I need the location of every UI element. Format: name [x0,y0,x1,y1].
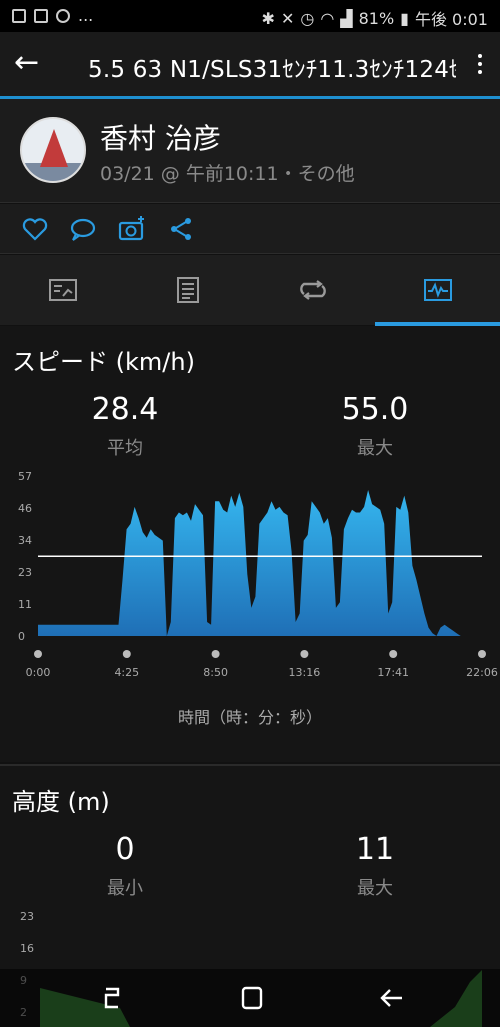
x-tick-dot [300,650,309,658]
x-tick-label: 17:41 [377,666,409,676]
sync-icon [56,8,70,23]
max-speed-label: 最大 [357,438,393,459]
speed-section: スピード (km/h) 28.4 平均 55.0 最大 57 46 34 23 11 0 0… [0,326,500,762]
tab-bar [0,255,500,325]
battery-icon: ▮ [400,8,409,28]
avg-speed-label: 平均 [107,438,143,459]
x-tick-label: 8:50 [203,666,228,676]
comment-icon[interactable] [68,214,98,244]
y-tick-label: 23 [18,566,32,579]
bluetooth-icon: ✱ [261,8,275,28]
details-icon [176,277,199,303]
speed-area [38,490,482,636]
clock: 午後 0:01 [414,10,488,29]
avg-speed-value: 28.4 [91,392,159,427]
mute-icon: ✕ [280,8,295,28]
image-icon [34,8,48,23]
x-tick-label: 22:06 [466,666,498,676]
x-tick-dot [478,650,486,658]
activity-meta: 03/21 @ 午前10:11・その他 [100,163,355,185]
y-tick-label: 0 [18,630,25,643]
summary-icon [48,279,77,301]
tab-details[interactable] [125,255,250,325]
activity-title: 5.5 63 N1/SLS31ｾﾝﾁ11.3ｾﾝﾁ124ｾﾝﾁ [88,57,456,80]
max-speed-value: 55.0 [341,392,409,427]
speed-title: スピード (km/h) [12,348,195,376]
chart-icon [423,279,452,301]
overflow-menu-icon[interactable] [476,54,484,78]
y-tick-label: 23 [20,912,34,923]
altitude-title: 高度 (m) [12,788,110,816]
min-altitude-value: 0 [115,832,135,867]
status-more: ... [78,6,94,25]
x-tick-dot [122,650,131,658]
back-nav-icon[interactable] [372,983,412,1013]
image-icon [12,8,26,23]
y-tick-label: 11 [18,598,32,611]
action-row [0,204,500,254]
battery-percent: 81% [358,8,395,28]
home-icon[interactable] [232,983,272,1013]
share-icon[interactable] [166,214,196,244]
y-tick-label: 34 [18,534,32,547]
tab-laps[interactable] [250,255,375,325]
laps-icon [299,280,326,300]
alarm-icon: ◷ [300,8,315,28]
tab-summary[interactable] [0,255,125,325]
signal-icon: ▟ [340,8,353,28]
heart-icon[interactable] [20,214,50,244]
y-tick-label: 16 [20,942,34,955]
x-tick-dot [211,650,220,658]
speed-x-axis-label: 時間（時：分：秒） [177,708,322,727]
x-tick-dot [34,650,42,658]
avatar[interactable] [20,117,86,183]
status-bar: ... ✱ ✕ ◷ ◠ ▟ 81% ▮ 午後 0:01 [0,0,500,32]
max-altitude-label: 最大 [357,878,393,899]
max-altitude-value: 11 [355,832,395,867]
y-tick-label: 46 [18,502,32,515]
user-name[interactable]: 香村 治彦 [100,117,221,157]
x-tick-label: 0:00 [26,666,51,676]
x-tick-dot [389,650,398,658]
profile-header: 香村 治彦 03/21 @ 午前10:11・その他 [0,99,500,203]
system-nav-bar [0,969,500,1027]
x-tick-label: 13:16 [289,666,321,676]
x-tick-label: 4:25 [114,666,139,676]
tab-charts[interactable] [375,255,500,325]
y-tick-label: 57 [18,470,32,483]
speed-chart[interactable]: 57 46 34 23 11 0 0:00 4:25 8:50 13:16 17:41 22:06 [0,466,500,676]
app-bar: ← 5.5 63 N1/SLS31ｾﾝﾁ11.3ｾﾝﾁ124ｾﾝﾁ [0,32,500,96]
min-altitude-label: 最小 [107,878,143,899]
camera-add-icon[interactable] [117,214,147,244]
recents-icon[interactable] [92,983,132,1013]
back-arrow-icon[interactable]: ← [14,46,54,82]
wifi-icon: ◠ [320,8,335,28]
